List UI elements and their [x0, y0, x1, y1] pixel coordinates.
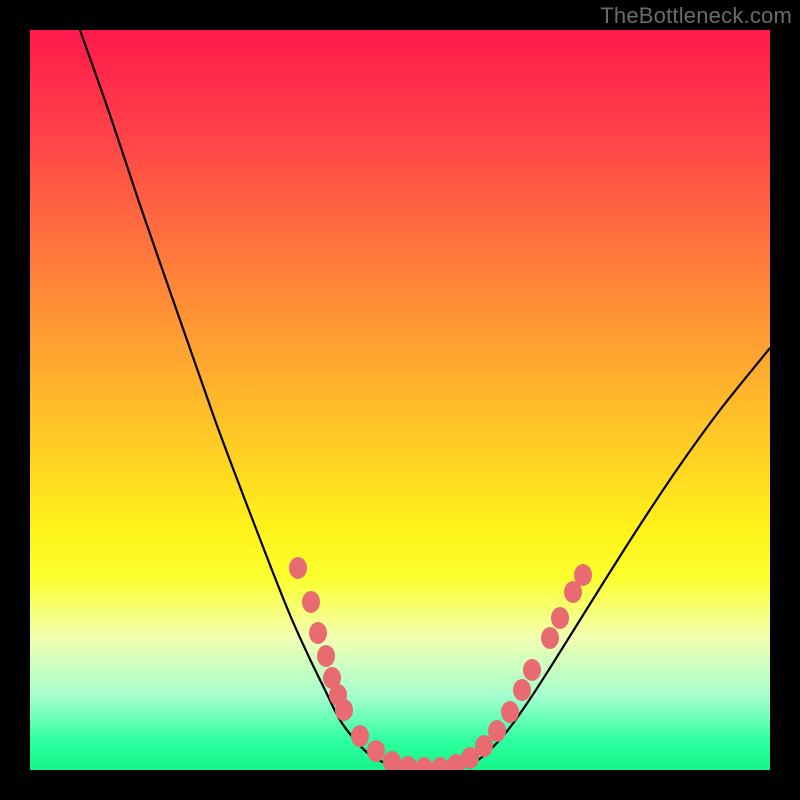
highlight-dot [523, 659, 541, 681]
highlight-dot [367, 740, 385, 762]
highlight-dot [335, 699, 353, 721]
highlight-dot [289, 557, 307, 579]
bottleneck-curve-svg [30, 30, 770, 770]
highlight-dot [574, 564, 592, 586]
highlight-dot [302, 591, 320, 613]
highlight-dot [415, 757, 433, 770]
highlight-dot [513, 679, 531, 701]
watermark-text: TheBottleneck.com [600, 3, 792, 29]
plot-area [30, 30, 770, 770]
highlight-dot [541, 627, 559, 649]
highlight-dot [551, 607, 569, 629]
highlight-dot [317, 645, 335, 667]
highlight-markers-group [289, 557, 592, 770]
highlight-dot [383, 751, 401, 770]
highlight-dot [351, 725, 369, 747]
highlight-dot [488, 720, 506, 742]
highlight-dot [399, 756, 417, 770]
outer-frame: TheBottleneck.com [0, 0, 800, 800]
highlight-dot [309, 622, 327, 644]
highlight-dot [501, 701, 519, 723]
highlight-dot [431, 757, 449, 770]
curve-left-segment [80, 30, 400, 768]
